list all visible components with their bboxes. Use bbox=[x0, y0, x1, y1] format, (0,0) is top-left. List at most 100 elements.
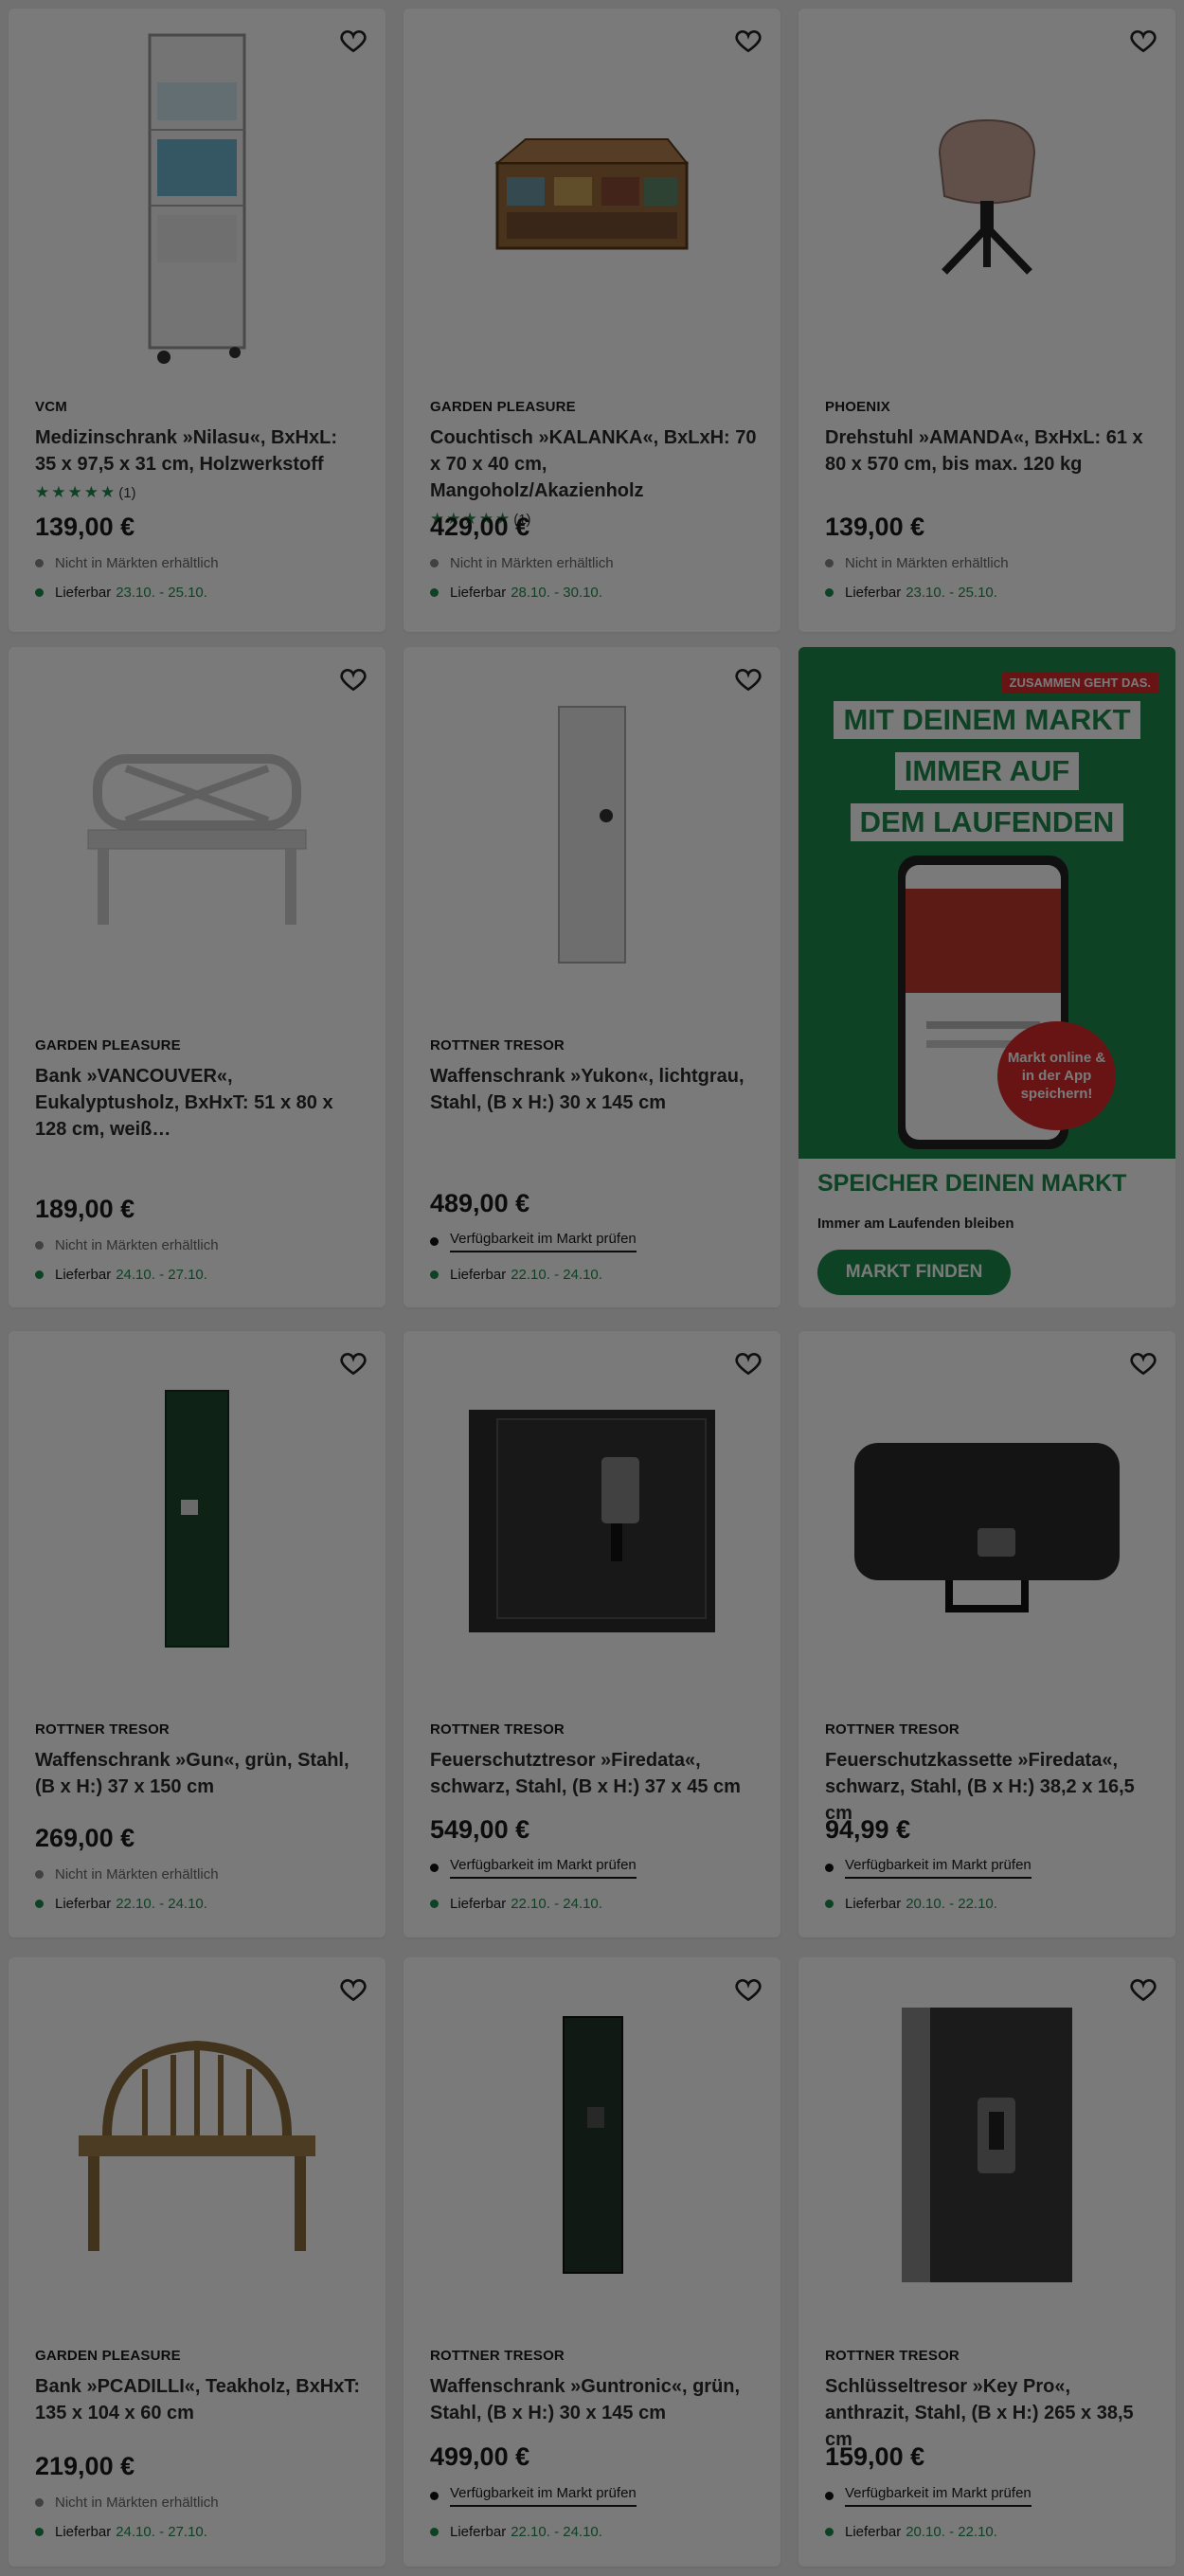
heart-icon[interactable] bbox=[338, 664, 368, 694]
availability-check-link[interactable]: Verfügbarkeit im Markt prüfen bbox=[825, 1857, 1032, 1879]
heart-icon[interactable] bbox=[338, 26, 368, 56]
delivery-dates: 24.10. - 27.10. bbox=[116, 2524, 207, 2540]
product-title[interactable]: Waffenschrank »Yukon«, lichtgrau, Stahl,… bbox=[430, 1063, 758, 1116]
availability-check-link[interactable]: Verfügbarkeit im Markt prüfen bbox=[430, 1231, 637, 1252]
product-title[interactable]: Medizinschrank »Nilasu«, BxHxL: 35 x 97,… bbox=[35, 424, 363, 477]
product-card[interactable]: PHOENIX Drehstuhl »AMANDA«, BxHxL: 61 x … bbox=[798, 9, 1175, 632]
product-title[interactable]: Bank »VANCOUVER«, Eukalyptusholz, BxHxT:… bbox=[35, 1063, 363, 1143]
availability-text[interactable]: Verfügbarkeit im Markt prüfen bbox=[450, 1857, 637, 1879]
product-price: 139,00 € bbox=[825, 513, 925, 541]
product-price: 489,00 € bbox=[430, 1189, 530, 1217]
product-brand: ROTTNER TRESOR bbox=[430, 2348, 565, 2364]
delivery-dates: 23.10. - 25.10. bbox=[116, 585, 207, 601]
product-card[interactable]: ROTTNER TRESOR Feuerschutztresor »Fireda… bbox=[404, 1331, 780, 1937]
product-image[interactable] bbox=[404, 1957, 780, 2332]
availability-text: Nicht in Märkten erhältlich bbox=[55, 1866, 219, 1882]
product-title[interactable]: Schlüsseltresor »Key Pro«, anthrazit, St… bbox=[825, 2373, 1153, 2453]
delivery-info: Lieferbar 22.10. - 24.10. bbox=[430, 1267, 602, 1283]
product-image[interactable] bbox=[404, 647, 780, 1021]
fire-box-image bbox=[854, 1442, 1120, 1612]
status-dot bbox=[35, 2498, 44, 2507]
product-card[interactable]: ROTTNER TRESOR Waffenschrank »Guntronic«… bbox=[404, 1957, 780, 2567]
product-card[interactable]: ROTTNER TRESOR Waffenschrank »Gun«, grün… bbox=[9, 1331, 386, 1937]
product-title[interactable]: Waffenschrank »Guntronic«, grün, Stahl, … bbox=[430, 2373, 758, 2426]
status-dot bbox=[430, 1864, 439, 1872]
product-image[interactable] bbox=[9, 647, 386, 1021]
product-image[interactable] bbox=[798, 1331, 1175, 1705]
delivery-label: Lieferbar bbox=[845, 585, 902, 601]
delivery-label: Lieferbar bbox=[55, 2524, 112, 2540]
product-price: 219,00 € bbox=[35, 2452, 135, 2480]
product-info: ROTTNER TRESOR Waffenschrank »Gun«, grün… bbox=[35, 1721, 363, 1800]
product-title[interactable]: Waffenschrank »Gun«, grün, Stahl, (B x H… bbox=[35, 1747, 363, 1800]
availability-text[interactable]: Verfügbarkeit im Markt prüfen bbox=[450, 1231, 637, 1252]
heart-icon[interactable] bbox=[733, 664, 763, 694]
product-info: ROTTNER TRESOR Schlüsseltresor »Key Pro«… bbox=[825, 2348, 1153, 2453]
heart-icon[interactable] bbox=[733, 26, 763, 56]
product-info: GARDEN PLEASURE Couchtisch »KALANKA«, Bx… bbox=[430, 399, 758, 529]
status-dot bbox=[35, 588, 44, 597]
availability-text[interactable]: Verfügbarkeit im Markt prüfen bbox=[845, 2485, 1032, 2507]
availability-check-link[interactable]: Verfügbarkeit im Markt prüfen bbox=[430, 1857, 637, 1879]
delivery-label: Lieferbar bbox=[450, 1896, 507, 1912]
promo-banner[interactable]: ZUSAMMEN GEHT DAS. MIT DEINEM MARKT IMME… bbox=[798, 647, 1175, 1307]
delivery-info: Lieferbar 22.10. - 24.10. bbox=[430, 2524, 602, 2540]
product-image[interactable] bbox=[798, 9, 1175, 383]
product-image[interactable] bbox=[798, 1957, 1175, 2332]
status-dot bbox=[825, 1864, 834, 1872]
product-card[interactable]: ROTTNER TRESOR Feuerschutzkassette »Fire… bbox=[798, 1331, 1175, 1937]
delivery-dates: 22.10. - 24.10. bbox=[116, 1896, 207, 1912]
heart-icon[interactable] bbox=[1128, 1348, 1158, 1378]
heart-icon[interactable] bbox=[338, 1348, 368, 1378]
availability-text[interactable]: Verfügbarkeit im Markt prüfen bbox=[450, 2485, 637, 2507]
product-title[interactable]: Bank »PCADILLI«, Teakholz, BxHxT: 135 x … bbox=[35, 2373, 363, 2426]
white-bench-image bbox=[87, 753, 307, 925]
product-title[interactable]: Feuerschutztresor »Firedata«, schwarz, S… bbox=[430, 1747, 758, 1800]
heart-icon[interactable] bbox=[1128, 1974, 1158, 2005]
status-dot bbox=[430, 1237, 439, 1246]
product-price: 189,00 € bbox=[35, 1195, 135, 1223]
promo-badge: Markt online & in der App speichern! bbox=[997, 1021, 1116, 1130]
availability-text[interactable]: Verfügbarkeit im Markt prüfen bbox=[845, 1857, 1032, 1879]
heart-icon[interactable] bbox=[338, 1974, 368, 2005]
product-image[interactable] bbox=[9, 1331, 386, 1705]
delivery-label: Lieferbar bbox=[450, 585, 507, 601]
availability-status: Nicht in Märkten erhältlich bbox=[430, 555, 614, 571]
product-card[interactable]: ROTTNER TRESOR Waffenschrank »Yukon«, li… bbox=[404, 647, 780, 1307]
find-market-button[interactable]: MARKT FINDEN bbox=[817, 1250, 1011, 1295]
product-card[interactable]: GARDEN PLEASURE Bank »VANCOUVER«, Eukaly… bbox=[9, 647, 386, 1307]
promo-title: SPEICHER DEINEN MARKT bbox=[817, 1170, 1127, 1197]
product-info: ROTTNER TRESOR Waffenschrank »Yukon«, li… bbox=[430, 1037, 758, 1116]
delivery-info: Lieferbar 23.10. - 25.10. bbox=[35, 585, 207, 601]
status-dot bbox=[825, 588, 834, 597]
product-image[interactable] bbox=[404, 1331, 780, 1705]
status-dot bbox=[825, 559, 834, 567]
heart-icon[interactable] bbox=[733, 1348, 763, 1378]
product-image[interactable] bbox=[9, 9, 386, 383]
product-brand: ROTTNER TRESOR bbox=[825, 2348, 960, 2364]
product-title[interactable]: Couchtisch »KALANKA«, BxLxH: 70 x 70 x 4… bbox=[430, 424, 758, 504]
fire-safe-image bbox=[469, 1409, 715, 1632]
product-card[interactable]: VCM Medizinschrank »Nilasu«, BxHxL: 35 x… bbox=[9, 9, 386, 632]
product-title[interactable]: Drehstuhl »AMANDA«, BxHxL: 61 x 80 x 570… bbox=[825, 424, 1153, 477]
product-image[interactable] bbox=[9, 1957, 386, 2332]
heart-icon[interactable] bbox=[1128, 26, 1158, 56]
product-image[interactable] bbox=[404, 9, 780, 383]
rating-count: (1) bbox=[118, 485, 136, 501]
availability-text: Nicht in Märkten erhältlich bbox=[55, 555, 219, 571]
status-dot bbox=[35, 1241, 44, 1250]
delivery-dates: 23.10. - 25.10. bbox=[906, 585, 997, 601]
status-dot bbox=[430, 2492, 439, 2500]
availability-text: Nicht in Märkten erhältlich bbox=[450, 555, 614, 571]
availability-check-link[interactable]: Verfügbarkeit im Markt prüfen bbox=[825, 2485, 1032, 2507]
product-card[interactable]: GARDEN PLEASURE Bank »PCADILLI«, Teakhol… bbox=[9, 1957, 386, 2567]
product-card[interactable]: ROTTNER TRESOR Schlüsseltresor »Key Pro«… bbox=[798, 1957, 1175, 2567]
status-dot bbox=[430, 559, 439, 567]
availability-status: Nicht in Märkten erhältlich bbox=[35, 555, 219, 571]
delivery-label: Lieferbar bbox=[845, 1896, 902, 1912]
availability-check-link[interactable]: Verfügbarkeit im Markt prüfen bbox=[430, 2485, 637, 2507]
status-dot bbox=[430, 1900, 439, 1908]
status-dot bbox=[35, 1270, 44, 1279]
product-card[interactable]: GARDEN PLEASURE Couchtisch »KALANKA«, Bx… bbox=[404, 9, 780, 632]
heart-icon[interactable] bbox=[733, 1974, 763, 2005]
